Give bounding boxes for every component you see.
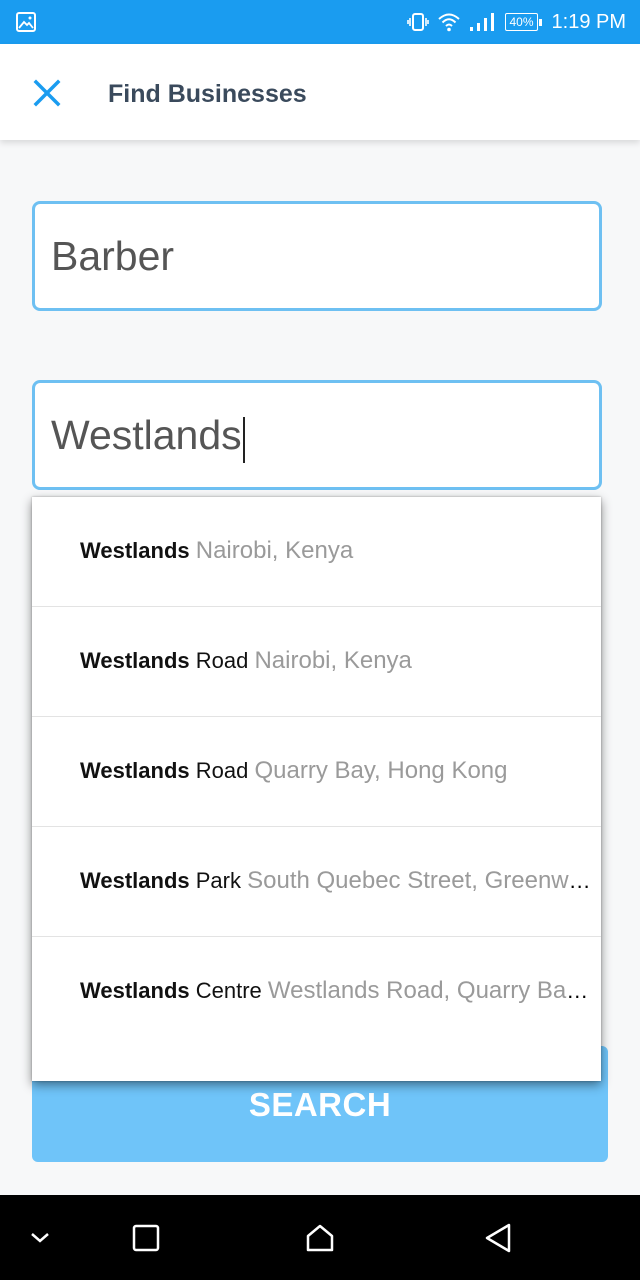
recents-button[interactable] — [106, 1195, 186, 1280]
suggestion-rest: Centre — [189, 978, 262, 1003]
signal-icon — [470, 13, 495, 31]
suggestion-item[interactable]: Westlands Park South Quebec Street, Gree… — [32, 827, 601, 937]
suggestion-secondary: South Quebec Street, Greenwood Village — [247, 867, 591, 894]
suggestion-item[interactable]: Westlands Road Quarry Bay, Hong Kong — [32, 717, 601, 827]
text-cursor — [242, 417, 245, 463]
location-suggestions: Westlands Nairobi, Kenya Westlands Road … — [32, 497, 601, 1081]
business-query-input[interactable] — [35, 232, 599, 280]
suggestion-item[interactable]: Westlands Road Nairobi, Kenya — [32, 607, 601, 717]
back-icon — [485, 1223, 511, 1252]
suggestion-secondary: Nairobi, Kenya — [195, 537, 354, 564]
back-button[interactable] — [458, 1195, 538, 1280]
search-button-label: SEARCH — [248, 1086, 392, 1123]
chevron-down-icon — [31, 1232, 49, 1243]
suggestion-rest: Road — [189, 648, 249, 673]
suggestion-secondary: Nairobi, Kenya — [254, 647, 412, 674]
suggestion-rest: Park — [189, 868, 241, 893]
status-time: 1:19 PM — [551, 10, 626, 33]
suggestion-secondary: Quarry Bay, Hong Kong — [254, 757, 508, 784]
location-field[interactable] — [32, 380, 602, 490]
close-icon — [33, 79, 61, 107]
status-bar: 40% 1:19 PM — [0, 0, 640, 44]
page-title: Find Businesses — [108, 80, 307, 108]
battery-icon: 40% — [505, 13, 542, 31]
location-input[interactable] — [35, 411, 599, 459]
recents-icon — [132, 1224, 160, 1251]
suggestion-match: Westlands — [80, 868, 190, 893]
business-query-field[interactable] — [32, 201, 602, 311]
vibrate-icon — [407, 13, 430, 31]
navigation-bar — [0, 1195, 640, 1280]
suggestion-match: Westlands — [80, 538, 190, 563]
home-icon — [306, 1224, 334, 1251]
suggestion-item[interactable]: Westlands Nairobi, Kenya — [32, 497, 601, 607]
image-icon — [16, 12, 36, 32]
suggestion-match: Westlands — [80, 648, 190, 673]
suggestion-secondary: Westlands Road, Quarry Bay, Hong Kong — [267, 977, 591, 1004]
battery-level: 40% — [505, 13, 538, 31]
suggestion-item[interactable]: Westlands Centre Westlands Road, Quarry … — [32, 937, 601, 1047]
home-button[interactable] — [280, 1195, 360, 1280]
wifi-icon — [438, 13, 461, 32]
app-bar: Find Businesses — [0, 44, 640, 140]
suggestion-match: Westlands — [80, 758, 190, 783]
close-button[interactable] — [22, 68, 72, 118]
suggestion-rest: Road — [189, 758, 249, 783]
suggestion-match: Westlands — [80, 978, 190, 1003]
hide-keyboard-button[interactable] — [0, 1195, 80, 1280]
